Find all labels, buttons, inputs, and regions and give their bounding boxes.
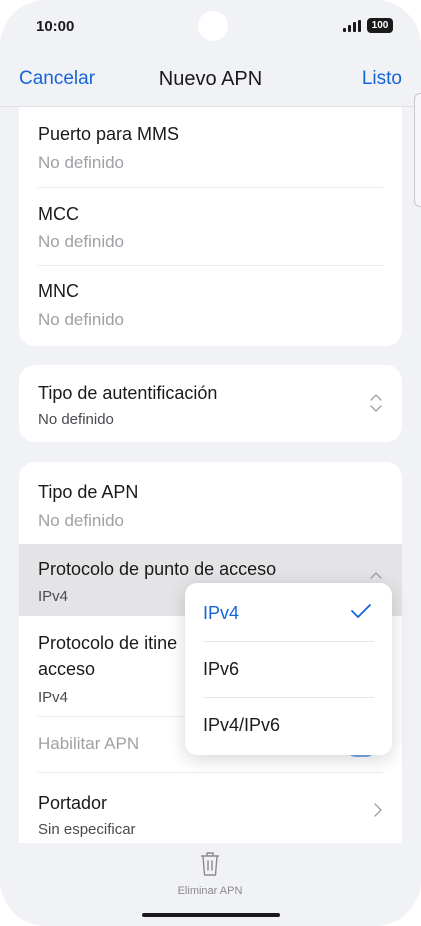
battery-icon: 100: [367, 18, 393, 33]
delete-label: Eliminar APN: [177, 885, 243, 897]
apn-fields-card: Puerto para MMS No definido MCC No defin…: [19, 107, 402, 346]
apn-type-row[interactable]: Tipo de APN No definido: [19, 462, 402, 544]
option-label: IPv4: [203, 603, 240, 623]
row-value: IPv4: [38, 689, 69, 706]
home-indicator[interactable]: [142, 913, 280, 917]
bearer-row[interactable]: Portador Sin especificar: [19, 772, 402, 843]
row-title: Protocolo de punto de acceso: [38, 559, 277, 579]
row-value: No definido: [38, 232, 125, 251]
row-title-continued: acceso: [38, 659, 96, 679]
chevron-up-down-icon: [369, 392, 383, 417]
row-title: Portador: [38, 793, 108, 813]
row-value: No definido: [38, 153, 125, 172]
row-value: No definido: [38, 310, 125, 329]
row-title: Habilitar APN: [38, 734, 140, 753]
front-camera: [198, 11, 228, 41]
row-value: Sin especificar: [38, 821, 136, 838]
dropdown-option-ipv6[interactable]: IPv6: [203, 642, 374, 698]
row-value: No definido: [38, 511, 125, 530]
done-button[interactable]: Listo: [362, 68, 402, 90]
mnc-row[interactable]: MNC No definido: [19, 265, 402, 346]
protocol-dropdown: IPv4 IPv6 IPv4/IPv6: [185, 583, 392, 755]
mcc-row[interactable]: MCC No definido: [19, 187, 402, 265]
trash-icon: [199, 851, 221, 882]
navigation-bar: Cancelar Nuevo APN Listo: [0, 56, 421, 107]
page-title: Nuevo APN: [158, 68, 263, 90]
status-time: 10:00: [36, 18, 75, 35]
auth-type-row[interactable]: Tipo de autentificación No definido: [19, 365, 402, 442]
signal-icon: [343, 20, 361, 32]
row-title: MCC: [38, 204, 79, 224]
chevron-up-icon: [369, 568, 383, 584]
phone-screen: 10:00 100 Cancelar Nuevo APN Listo Puert…: [0, 0, 421, 926]
row-title: Tipo de APN: [38, 482, 139, 502]
row-value: No definido: [38, 411, 114, 428]
chevron-right-icon: [373, 802, 383, 821]
auth-type-card: Tipo de autentificación No definido: [19, 365, 402, 442]
option-label: IPv4/IPv6: [203, 715, 281, 735]
status-bar: 10:00 100: [0, 0, 421, 56]
bottom-bar: Eliminar APN: [0, 843, 421, 926]
row-title: Tipo de autentificación: [38, 383, 218, 403]
checkmark-icon: [350, 602, 372, 625]
row-title: Protocolo de itine: [38, 633, 178, 653]
dropdown-option-ipv4-ipv6[interactable]: IPv4/IPv6: [203, 698, 374, 754]
dropdown-option-ipv4[interactable]: IPv4: [203, 586, 374, 642]
delete-apn-button[interactable]: Eliminar APN: [160, 851, 260, 901]
row-value: IPv4: [38, 588, 69, 605]
option-label: IPv6: [203, 659, 240, 679]
row-title: MNC: [38, 281, 79, 301]
row-title: Puerto para MMS: [38, 124, 180, 144]
mms-port-row[interactable]: Puerto para MMS No definido: [19, 107, 402, 187]
